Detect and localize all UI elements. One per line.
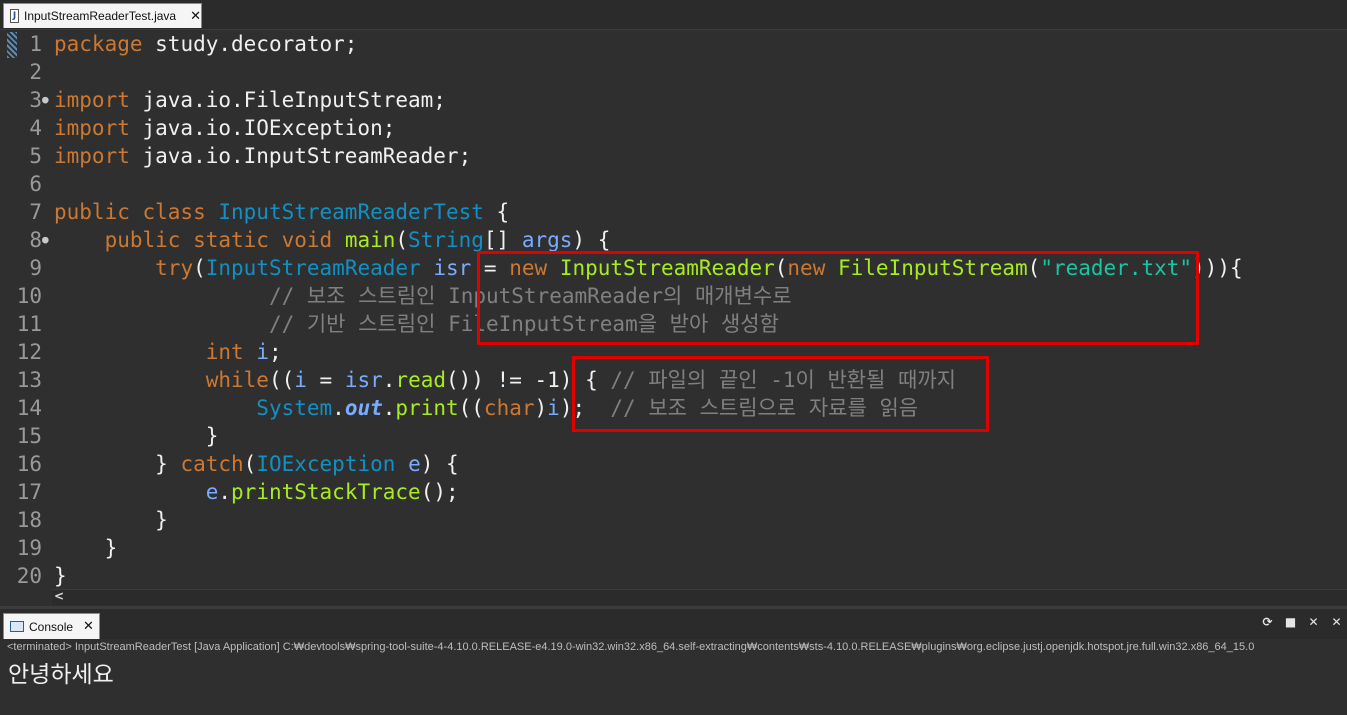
relaunch-icon[interactable]: ⟳ — [1261, 616, 1274, 629]
line-number: 12 — [16, 340, 42, 364]
terminate-icon[interactable]: ■ — [1284, 616, 1297, 629]
console-toolbar: ⟳ ■ ✕ ✕ — [1261, 616, 1343, 629]
line-number: 16 — [16, 452, 42, 476]
code-line: 15 } — [0, 422, 219, 450]
console-tab-label: Console — [29, 619, 74, 634]
console-icon — [10, 621, 24, 632]
code-line: 20 } — [0, 562, 67, 590]
line-number: 8 — [29, 228, 42, 252]
close-icon[interactable]: ✕ — [83, 619, 94, 634]
code-line: 4 import java.io.IOException; — [0, 114, 395, 142]
fold-toggle-icon[interactable]: ● — [42, 226, 54, 254]
line-number: 10 — [16, 284, 42, 308]
line-number: 4 — [29, 116, 42, 140]
line-number: 3 — [29, 88, 42, 112]
editor-tab-label: InputStreamReaderTest.java — [24, 9, 177, 23]
remove-launch-icon[interactable]: ✕ — [1307, 616, 1320, 629]
line-number: 11 — [16, 312, 42, 336]
code-line: 7 public class InputStreamReaderTest { — [0, 198, 509, 226]
line-number: 9 — [29, 256, 42, 280]
fold-toggle-icon[interactable]: ● — [42, 86, 54, 114]
close-icon[interactable]: ✕ — [190, 9, 201, 24]
line-number: 17 — [16, 480, 42, 504]
line-number: 1 — [29, 32, 42, 56]
line-number: 14 — [16, 396, 42, 420]
console-tab-bar: Console ✕ ⟳ ■ ✕ ✕ — [0, 609, 1347, 639]
code-line: 2 — [0, 58, 42, 86]
console-panel: Console ✕ ⟳ ■ ✕ ✕ <terminated> InputStre… — [0, 606, 1347, 715]
line-number: 13 — [16, 368, 42, 392]
code-line: 17 e.printStackTrace(); — [0, 478, 459, 506]
java-file-icon: J — [10, 9, 19, 23]
horizontal-scrollbar[interactable]: < — [52, 589, 1347, 605]
editor-tab-bar: J InputStreamReaderTest.java ✕ — [0, 0, 1347, 30]
line-number: 5 — [29, 144, 42, 168]
line-number: 20 — [16, 564, 42, 588]
editor-tab-inputstreamreadertest[interactable]: J InputStreamReaderTest.java ✕ — [3, 3, 202, 28]
line-number: 19 — [16, 536, 42, 560]
code-line: 3● import java.io.FileInputStream; — [0, 86, 446, 114]
code-line: 6 — [0, 170, 42, 198]
code-line: 8● public static void main(String[] args… — [0, 226, 610, 254]
line-number: 6 — [29, 172, 42, 196]
line-number: 7 — [29, 200, 42, 224]
tab-console[interactable]: Console ✕ — [3, 613, 100, 639]
code-line: 5 import java.io.InputStreamReader; — [0, 142, 471, 170]
code-line: 18 } — [0, 506, 168, 534]
code-line: 16 } catch(IOException e) { — [0, 450, 459, 478]
code-editor[interactable]: 1 package study.decorator; 2 3● import ja… — [0, 30, 1347, 590]
code-line: 19 } — [0, 534, 118, 562]
highlight-box-while-comment — [572, 356, 989, 432]
terminated-status-line: <terminated> InputStreamReaderTest [Java… — [7, 641, 1255, 653]
scroll-left-icon[interactable]: < — [54, 589, 64, 603]
keyword: package — [54, 32, 143, 56]
code-line: 12 int i; — [0, 338, 282, 366]
line-number: 18 — [16, 508, 42, 532]
console-output: 안녕하세요 — [8, 662, 114, 688]
highlight-box-constructor — [477, 251, 1199, 345]
code-line: 1 package study.decorator; — [0, 30, 357, 58]
line-number: 15 — [16, 424, 42, 448]
remove-all-terminated-icon[interactable]: ✕ — [1330, 616, 1343, 629]
line-number: 2 — [29, 60, 42, 84]
